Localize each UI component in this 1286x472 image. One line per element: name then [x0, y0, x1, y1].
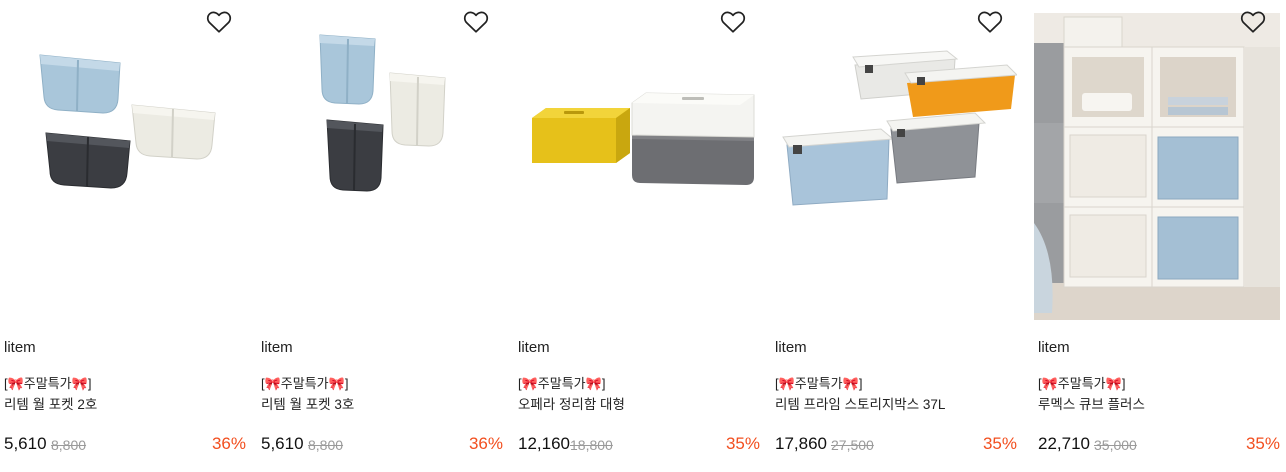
product-title[interactable]: 리템 프라임 스토리지박스 37L	[775, 393, 945, 413]
discount-rate: 35%	[982, 434, 1017, 453]
price-row: 5,610 8,800 36%	[4, 434, 246, 458]
brand-name: litem	[775, 339, 807, 356]
heart-icon[interactable]	[977, 10, 1003, 34]
product-card-1[interactable]: litem [🎀주말특가🎀] 리템 월 포켓 2호 5,610 8,800 36…	[0, 0, 246, 472]
product-title[interactable]: 루멕스 큐브 플러스	[1038, 393, 1145, 413]
sale-price: 12,160	[518, 434, 570, 453]
promo-label: [🎀주말특가🎀]	[261, 376, 349, 391]
price-row: 17,860 27,500 35%	[775, 434, 1017, 458]
storage-box-icon	[532, 92, 755, 185]
product-card-3[interactable]: litem [🎀주말특가🎀] 오페라 정리함 대형 12,160 18,800 …	[514, 0, 760, 472]
product-card-4[interactable]: litem [🎀주말특가🎀] 리템 프라임 스토리지박스 37L 17,860 …	[771, 0, 1017, 472]
promo-label: [🎀주말특가🎀]	[1038, 376, 1126, 391]
price-row: 12,160 18,800 35%	[518, 434, 760, 458]
sale-price: 17,860	[775, 434, 827, 453]
product-image[interactable]	[514, 13, 760, 320]
original-price: 18,800	[570, 437, 613, 453]
heart-icon[interactable]	[206, 10, 232, 34]
heart-icon[interactable]	[720, 10, 746, 34]
sale-price: 22,710	[1038, 434, 1090, 453]
brand-name: litem	[518, 339, 550, 356]
heart-icon[interactable]	[1240, 10, 1266, 34]
prime-storage-icon	[782, 50, 1017, 206]
brand-name: litem	[4, 339, 36, 356]
product-image[interactable]	[771, 13, 1017, 320]
cube-shelf-icon	[1034, 13, 1280, 320]
sale-price: 5,610	[4, 434, 47, 453]
promo-label: [🎀주말특가🎀]	[518, 376, 606, 391]
original-price: 8,800	[51, 437, 87, 453]
product-card-5[interactable]: litem [🎀주말특가🎀] 루멕스 큐브 플러스 22,710 35,000 …	[1034, 0, 1280, 472]
product-title[interactable]: 리템 월 포켓 3호	[261, 393, 354, 413]
sale-price: 5,610	[261, 434, 304, 453]
heart-icon[interactable]	[463, 10, 489, 34]
price-row: 22,710 35,000 35%	[1038, 434, 1280, 458]
promo-label: [🎀주말특가🎀]	[775, 376, 863, 391]
product-title[interactable]: 리템 월 포켓 2호	[4, 393, 97, 413]
price-row: 5,610 8,800 36%	[261, 434, 503, 458]
product-image[interactable]	[257, 13, 503, 320]
original-price: 27,500	[831, 437, 874, 453]
wall-pocket-2-icon	[39, 54, 216, 189]
discount-rate: 35%	[1245, 434, 1280, 453]
product-image[interactable]	[1034, 13, 1280, 320]
brand-name: litem	[261, 339, 293, 356]
discount-rate: 36%	[468, 434, 503, 453]
discount-rate: 35%	[725, 434, 760, 453]
product-card-2[interactable]: litem [🎀주말특가🎀] 리템 월 포켓 3호 5,610 8,800 36…	[257, 0, 503, 472]
promo-label: [🎀주말특가🎀]	[4, 376, 92, 391]
original-price: 8,800	[308, 437, 344, 453]
original-price: 35,000	[1094, 437, 1137, 453]
product-title[interactable]: 오페라 정리함 대형	[518, 393, 625, 413]
brand-name: litem	[1038, 339, 1070, 356]
discount-rate: 36%	[211, 434, 246, 453]
product-image[interactable]	[0, 13, 246, 320]
wall-pocket-3-icon	[319, 34, 446, 192]
